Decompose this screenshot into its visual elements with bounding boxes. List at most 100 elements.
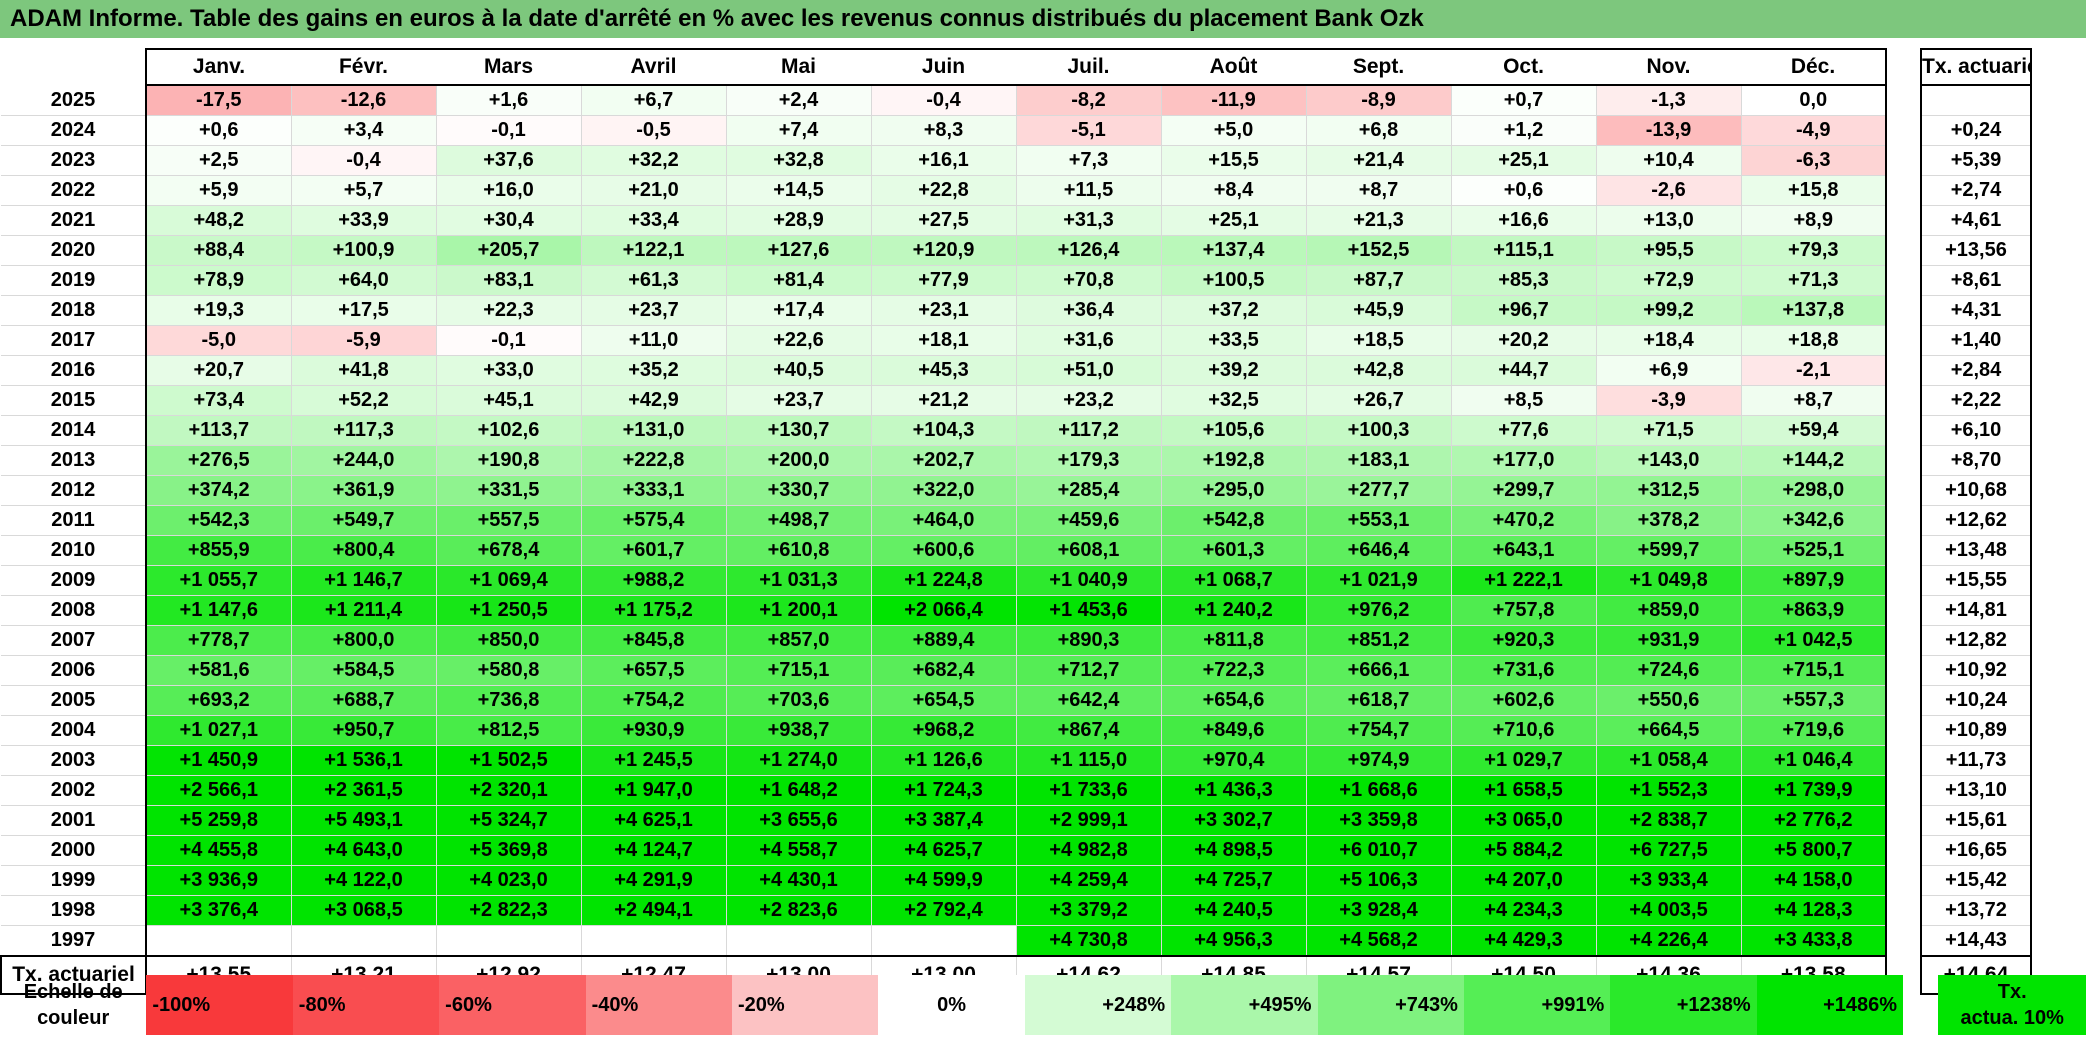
gain-cell: +23,1 [870,295,1016,326]
gain-cell: +120,9 [870,235,1016,266]
gain-cell: +800,0 [290,625,436,656]
gain-cell: +1 733,6 [1015,775,1161,806]
gain-cell: +557,5 [435,505,581,536]
rate-cell: +4,61 [1920,205,2032,236]
gain-cell: +1 021,9 [1305,565,1451,596]
rate-cell: +13,56 [1920,235,2032,266]
gain-cell: +100,3 [1305,415,1451,446]
row-gap [1886,146,1921,176]
gain-cell: +3 928,4 [1305,895,1451,926]
gain-cell: +2 494,1 [580,895,726,926]
gain-cell: +5,9 [145,175,291,206]
gain-cell: +851,2 [1305,625,1451,656]
rate-cell: +10,92 [1920,655,2032,686]
gain-cell: +3 065,0 [1450,805,1596,836]
year-label: 2013 [1,445,146,476]
gain-cell: +1,2 [1450,115,1596,146]
gain-cell: +1 658,5 [1450,775,1596,806]
gain-cell: +4 158,0 [1740,865,1887,896]
gain-cell: +1 947,0 [580,775,726,806]
gain-cell: +19,3 [145,295,291,326]
gain-cell: +1 536,1 [290,745,436,776]
gain-cell: -5,9 [290,325,436,356]
row-gap [1886,236,1921,266]
gain-cell: +889,4 [870,625,1016,656]
gain-cell: +731,6 [1450,655,1596,686]
row-gap [1886,476,1921,506]
gain-cell: +22,8 [870,175,1016,206]
gain-cell: +2,4 [725,85,871,116]
gain-cell: +374,2 [145,475,291,506]
gain-cell: +32,8 [725,145,871,176]
month-header: Janv. [145,48,291,86]
year-label: 2001 [1,805,146,836]
table-row: 2010 +855,9 +800,4 +678,4 +601,7 +610,8 +600,6… [1,535,2032,566]
year-label: 2000 [1,835,146,866]
gain-cell: -2,1 [1740,355,1887,386]
gain-cell: -5,1 [1015,115,1161,146]
gain-cell: +36,4 [1015,295,1161,326]
table-row: 2012 +374,2 +361,9 +331,5 +333,1 +330,7 +322,0… [1,475,2032,506]
gain-cell: +4 128,3 [1740,895,1887,926]
year-label: 2010 [1,535,146,566]
gain-cell: +71,5 [1595,415,1741,446]
gain-cell: +710,6 [1450,715,1596,746]
year-label: 2020 [1,235,146,266]
rate-cell: +4,31 [1920,295,2032,326]
gain-cell: +757,8 [1450,595,1596,626]
gain-cell: +42,8 [1305,355,1451,386]
gain-cell: +48,2 [145,205,291,236]
gain-cell: +192,8 [1160,445,1306,476]
table-row: 2008 +1 147,6 +1 211,4 +1 250,5 +1 175,2 +1 2… [1,595,2032,626]
gain-cell: +8,9 [1740,205,1887,236]
gain-cell: -0,5 [580,115,726,146]
gain-cell: +104,3 [870,415,1016,446]
gain-cell: +754,7 [1305,715,1451,746]
legend-swatch: +248% [1024,975,1172,1035]
gain-cell: +7,3 [1015,145,1161,176]
gain-cell: +549,7 [290,505,436,536]
month-header: Août [1161,48,1306,86]
gain-cell [870,925,1016,957]
gain-cell: +610,8 [725,535,871,566]
legend-label-line1: Echelle de [23,981,123,1003]
gain-cell: -6,3 [1740,145,1887,176]
gain-cell: +470,2 [1450,505,1596,536]
gain-cell: -8,9 [1305,85,1451,116]
gain-cell: +1 200,1 [725,595,871,626]
gain-cell: +37,6 [435,145,581,176]
gain-cell: +712,7 [1015,655,1161,686]
gain-cell: +23,7 [580,295,726,326]
gain-cell: +99,2 [1595,295,1741,326]
gain-cell: +1 040,9 [1015,565,1161,596]
report-title: ADAM Informe. Table des gains en euros à… [0,0,2086,38]
gain-cell: +4 430,1 [725,865,871,896]
gain-cell: +1 058,4 [1595,745,1741,776]
gain-cell: +4 259,4 [1015,865,1161,896]
gain-cell: +1 274,0 [725,745,871,776]
rate-cell: +13,72 [1920,895,2032,926]
year-label: 1999 [1,865,146,896]
gain-cell: +719,6 [1740,715,1887,746]
gain-cell: +33,4 [580,205,726,236]
gain-cell: +0,7 [1450,85,1596,116]
gain-cell: +18,5 [1305,325,1451,356]
gain-cell: +137,4 [1160,235,1306,266]
table-row: 2005 +693,2 +688,7 +736,8 +754,2 +703,6 +654,5… [1,685,2032,716]
gain-cell: +1 068,7 [1160,565,1306,596]
gain-cell: +21,3 [1305,205,1451,236]
gain-cell: +5 884,2 [1450,835,1596,866]
gain-cell: +5 800,7 [1740,835,1887,866]
gain-cell: +144,2 [1740,445,1887,476]
gain-cell: +312,5 [1595,475,1741,506]
table-row: 2019 +78,9 +64,0 +83,1 +61,3 +81,4 +77,9 +70,8 +… [1,265,2032,296]
gain-cell: +4 207,0 [1450,865,1596,896]
gain-cell: +4 898,5 [1160,835,1306,866]
year-label: 2022 [1,175,146,206]
gain-cell: +130,7 [725,415,871,446]
gain-cell [725,925,871,957]
gain-cell: +21,0 [580,175,726,206]
gain-cell: +1 031,3 [725,565,871,596]
legend-end-swatch: Tx. actua. 10% [1938,975,2086,1035]
gain-cell: -1,3 [1595,85,1741,116]
